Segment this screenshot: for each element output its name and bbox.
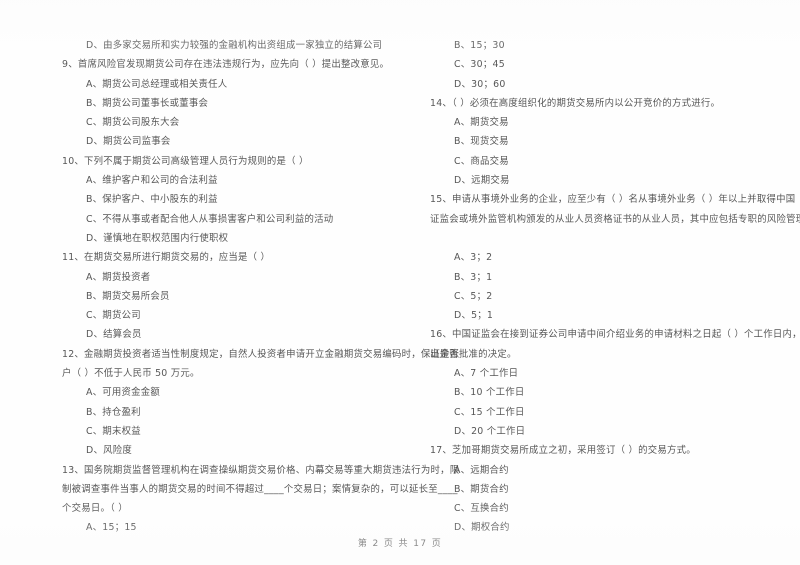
question-9-option-a: A、期货公司总经理或相关责任人 xyxy=(86,78,228,90)
question-9-option-c: C、期货公司股东大会 xyxy=(86,117,180,129)
question-11-option-b: B、期货交易所会员 xyxy=(86,290,170,302)
question-9-stem: 9、首席风险官发现期货公司存在违法违规行为，应先向（ ）提出整改意见。 xyxy=(62,59,390,71)
question-12-stem: 12、金融期货投资者适当性制度规定，自然人投资者申请开立金融期货交易编码时，保证… xyxy=(62,348,460,360)
question-13-option-c: C、30；45 xyxy=(454,59,505,71)
question-16-option-a: A、7 个工作日 xyxy=(454,368,519,380)
document-page: D、由多家交易所和实力较强的金融机构出资组成一家独立的结算公司 9、首席风险官发… xyxy=(0,0,800,565)
question-15-stem-cont: 证监会或境外监管机构颁发的从业人员资格证书的从业人员，其中应包括专职的风险管理人… xyxy=(430,213,800,225)
two-column-body: D、由多家交易所和实力较强的金融机构出资组成一家独立的结算公司 9、首席风险官发… xyxy=(0,36,800,533)
question-14-option-c: C、商品交易 xyxy=(454,155,509,167)
question-12-option-d: D、风险度 xyxy=(86,445,132,457)
question-17-option-b: B、期货合约 xyxy=(454,483,509,495)
question-13-option-d: D、30；60 xyxy=(454,78,506,90)
question-14-option-a: A、期货交易 xyxy=(454,117,509,129)
question-15-gap xyxy=(430,229,754,248)
question-15-option-a: A、3；2 xyxy=(454,252,493,264)
question-16-option-c: C、15 个工作日 xyxy=(454,406,525,418)
question-16-stem: 16、中国证监会在接到证券公司申请中间介绍业务的申请材料之日起（ ）个工作日内，… xyxy=(430,329,800,341)
question-16-stem-cont: 出是否批准的决定。 xyxy=(430,348,517,360)
question-13-stem-cont-2: 个交易日。（ ） xyxy=(62,503,128,515)
question-13-stem: 13、国务院期货监督管理机构在调查操纵期货交易价格、内幕交易等重大期货违法行为时… xyxy=(62,464,460,476)
page-footer: 第 2 页 共 17 页 xyxy=(357,539,443,549)
right-column: B、15；30 C、30；45 D、30；60 14、（ ）必须在高度组织化的期… xyxy=(400,36,800,533)
question-17-option-a: A、远期合约 xyxy=(454,464,509,476)
question-14-option-b: B、现货交易 xyxy=(454,136,509,148)
question-15-option-c: C、5；2 xyxy=(454,290,493,302)
left-column: D、由多家交易所和实力较强的金融机构出资组成一家独立的结算公司 9、首席风险官发… xyxy=(0,36,460,533)
question-14-stem: 14、（ ）必须在高度组织化的期货交易所内以公开竞价的方式进行。 xyxy=(430,97,721,109)
question-10-option-c: C、不得从事或者配合他人从事损害客户和公司利益的活动 xyxy=(86,213,334,225)
question-10-option-a: A、维护客户和公司的合法利益 xyxy=(86,175,218,187)
question-13-option-b: B、15；30 xyxy=(454,40,505,51)
question-16-option-b: B、10 个工作日 xyxy=(454,387,525,399)
question-11-option-c: C、期货公司 xyxy=(86,310,141,322)
question-15-stem: 15、申请从事境外业务的企业，应至少有（ ）名从事境外业务（ ）年以上并取得中国 xyxy=(430,194,796,206)
question-15-option-b: B、3；1 xyxy=(454,271,493,283)
question-11-option-d: D、结算会员 xyxy=(86,329,142,341)
question-12-option-c: C、期末权益 xyxy=(86,425,141,437)
question-9-option-d: D、期货公司监事会 xyxy=(86,136,171,148)
question-11-option-a: A、期货投资者 xyxy=(86,271,151,283)
question-13-option-a: A、15；15 xyxy=(86,522,137,534)
question-12-option-b: B、持仓盈利 xyxy=(86,406,141,418)
question-14-option-d: D、远期交易 xyxy=(454,175,510,187)
orphan-option-d: D、由多家交易所和实力较强的金融机构出资组成一家独立的结算公司 xyxy=(86,40,383,51)
question-17-option-d: D、期权合约 xyxy=(454,522,510,534)
question-12-option-a: A、可用资金金额 xyxy=(86,387,161,399)
question-12-stem-cont: 户（ ）不低于人民币 50 万元。 xyxy=(62,368,200,380)
question-15-option-d: D、5；1 xyxy=(454,310,494,322)
question-10-stem: 10、下列不属于期货公司高级管理人员行为规则的是（ ） xyxy=(62,155,309,167)
question-9-option-b: B、期货公司董事长或董事会 xyxy=(86,97,209,109)
question-10-option-d: D、谨慎地在职权范围内行使职权 xyxy=(86,232,229,244)
question-17-option-c: C、互换合约 xyxy=(454,503,509,515)
question-13-stem-cont: 制被调查事件当事人的期货交易的时间不得超过____个交易日；案情复杂的，可以延长… xyxy=(62,483,458,495)
question-11-stem: 11、在期货交易所进行期货交易的，应当是（ ） xyxy=(62,252,271,264)
question-10-option-b: B、保护客户、中小股东的利益 xyxy=(86,194,218,206)
question-17-stem: 17、芝加哥期货交易所成立之初，采用签订（ ）的交易方式。 xyxy=(430,445,696,457)
question-16-option-d: D、20 个工作日 xyxy=(454,425,526,437)
